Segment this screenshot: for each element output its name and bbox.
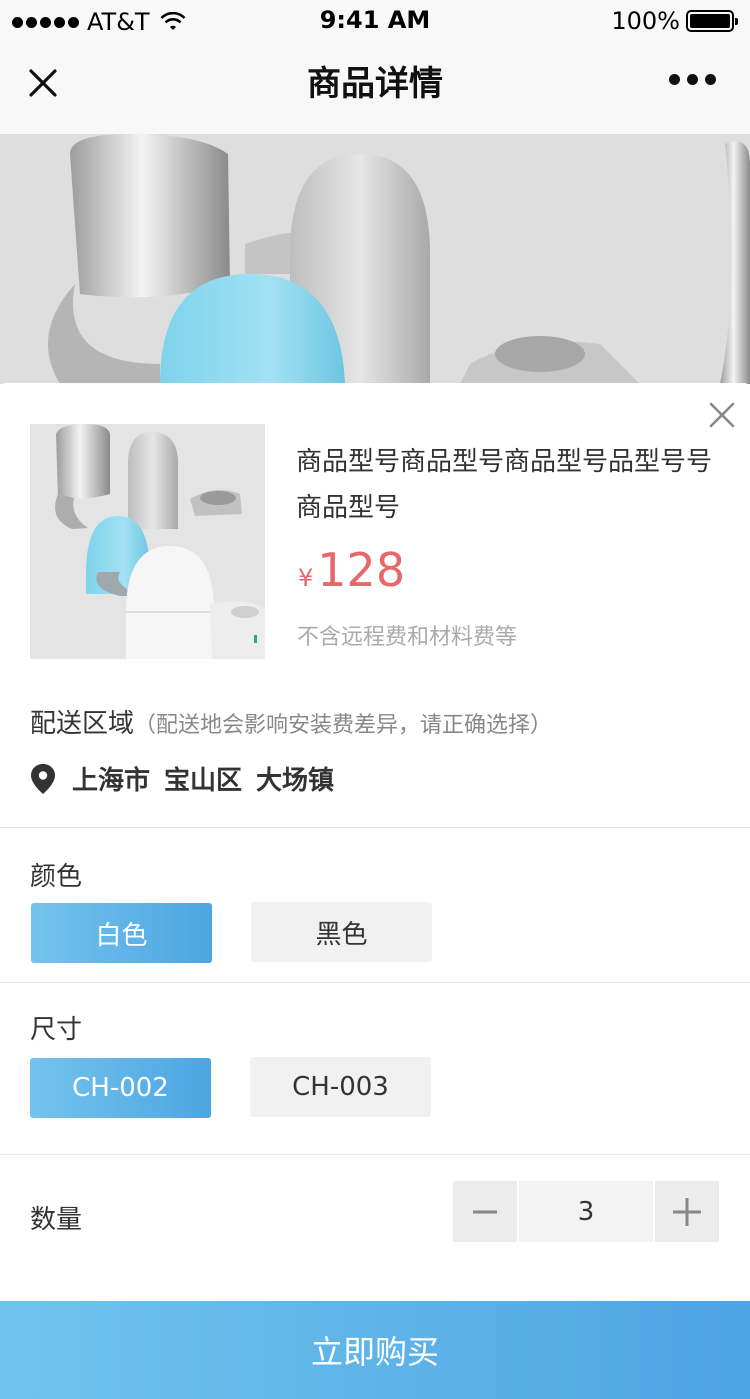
location-pin-icon	[31, 763, 55, 794]
area-town: 大场镇	[256, 766, 335, 796]
delivery-area-label: 配送区域（配送地会影响安装费差异，请正确选择）	[30, 703, 552, 740]
divider	[0, 982, 750, 983]
color-option-white[interactable]: 白色	[31, 903, 212, 963]
color-option-black[interactable]: 黑色	[251, 902, 432, 962]
status-bar: AT&T 9:41 AM 100%	[0, 0, 750, 40]
quantity-label: 数量	[30, 1205, 83, 1235]
product-hero-image	[0, 134, 750, 384]
more-icon[interactable]	[669, 74, 716, 85]
divider	[0, 1154, 750, 1155]
decrement-button[interactable]	[453, 1181, 517, 1242]
product-price: ¥ 128	[298, 543, 405, 597]
buy-now-button[interactable]: 立即购买	[0, 1301, 750, 1399]
size-option-ch-002[interactable]: CH-002	[30, 1058, 211, 1118]
increment-button[interactable]	[655, 1181, 719, 1242]
divider	[0, 827, 750, 828]
sheet-close-icon[interactable]	[708, 401, 736, 429]
plus-icon	[673, 1197, 701, 1226]
size-label: 尺寸	[30, 1015, 83, 1045]
battery-icon	[686, 10, 738, 32]
status-right: 100%	[611, 7, 738, 35]
nav-bar: 商品详情	[0, 40, 750, 134]
price-note: 不含远程费和材料费等	[297, 625, 518, 650]
quantity-stepper: 3	[453, 1181, 719, 1242]
battery-percent: 100%	[611, 7, 680, 35]
color-label: 颜色	[30, 862, 83, 892]
delivery-area-title: 配送区域	[30, 709, 135, 739]
purchase-sheet: 商品型号商品型号商品型号品型号号商品型号 ¥ 128 不含远程费和材料费等 配送…	[0, 383, 750, 1399]
price-value: 128	[317, 543, 406, 597]
area-district: 宝山区	[164, 766, 243, 796]
product-name: 商品型号商品型号商品型号品型号号商品型号	[296, 447, 713, 523]
hero-illustration	[0, 134, 750, 384]
quantity-value[interactable]: 3	[519, 1181, 653, 1242]
delivery-area-selector[interactable]: 上海市 宝山区 大场镇	[30, 760, 334, 797]
delivery-area-hint: （配送地会影响安装费差异，请正确选择）	[134, 713, 553, 738]
area-city: 上海市	[72, 766, 151, 796]
product-thumbnail	[30, 424, 265, 659]
minus-icon	[473, 1210, 497, 1213]
size-option-ch-003[interactable]: CH-003	[250, 1057, 431, 1117]
currency-symbol: ¥	[298, 564, 314, 592]
page-title: 商品详情	[307, 64, 443, 104]
